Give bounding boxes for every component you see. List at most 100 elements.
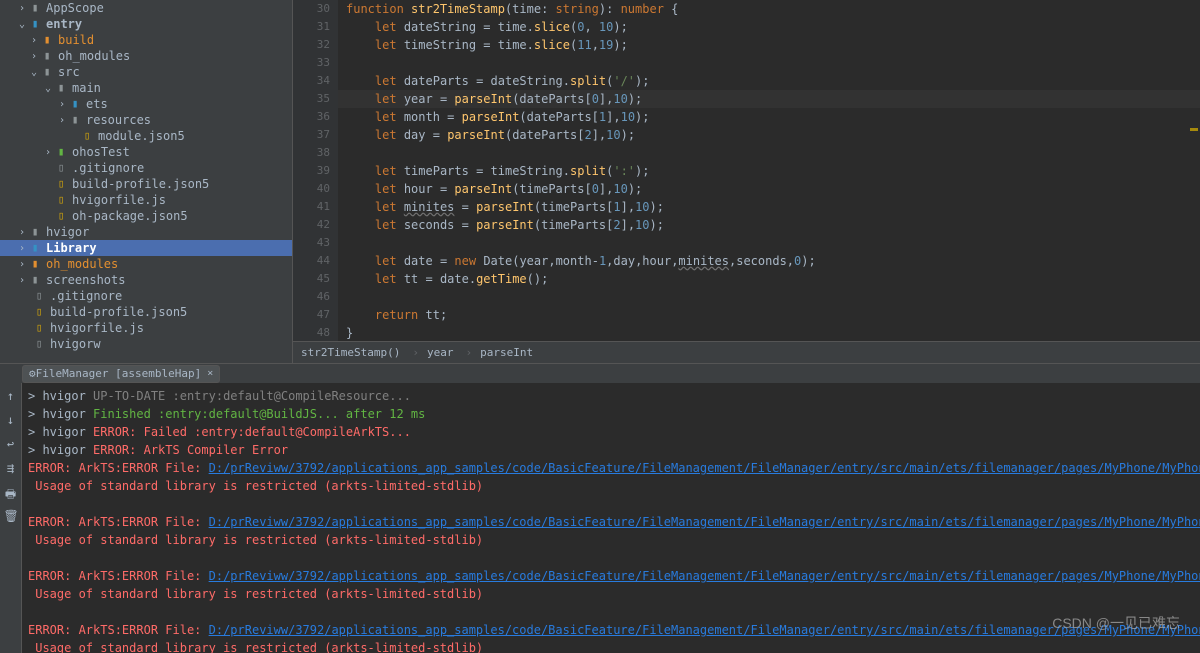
up-icon[interactable]: ↑: [4, 389, 18, 403]
tree-item-oh_modules[interactable]: ›▮oh_modules: [0, 48, 292, 64]
file-icon: ▯: [54, 161, 68, 175]
tree-item-entry[interactable]: ⌄▮entry: [0, 16, 292, 32]
console-line: [28, 549, 1194, 567]
tree-item-oh_modules[interactable]: ›▮oh_modules: [0, 256, 292, 272]
build-output[interactable]: > hvigor UP-TO-DATE :entry:default@Compi…: [22, 383, 1200, 653]
tree-label: hvigorfile.js: [50, 321, 144, 335]
tree-label: .gitignore: [72, 161, 144, 175]
down-icon[interactable]: ↓: [4, 413, 18, 427]
folder-icon: ▮: [40, 33, 54, 47]
line-number: 37: [293, 126, 330, 144]
console-line: Usage of standard library is restricted …: [28, 639, 1194, 653]
line-number: 31: [293, 18, 330, 36]
crumb-call[interactable]: parseInt: [480, 346, 533, 359]
code-line[interactable]: }: [346, 324, 1200, 341]
line-number: 43: [293, 234, 330, 252]
code-line[interactable]: function str2TimeStamp(time: string): nu…: [346, 0, 1200, 18]
tree-item-oh-package-json5[interactable]: ▯oh-package.json5: [0, 208, 292, 224]
project-tree[interactable]: ›▮AppScope⌄▮entry›▮build ›▮oh_modules ⌄▮sr…: [0, 0, 293, 363]
tree-item-ets[interactable]: ›▮ets: [0, 96, 292, 112]
code-line[interactable]: let timeString = time.slice(11,19);: [346, 36, 1200, 54]
crumb-var[interactable]: year: [427, 346, 454, 359]
code-editor[interactable]: 30313233343536373839404142434445464748 f…: [293, 0, 1200, 363]
tree-label: Library: [46, 241, 97, 255]
tree-item-main[interactable]: ⌄▮main: [0, 80, 292, 96]
code-line[interactable]: let dateParts = dateString.split('/');: [346, 72, 1200, 90]
tree-label: screenshots: [46, 273, 125, 287]
tree-item-src[interactable]: ⌄▮src: [0, 64, 292, 80]
error-file-link[interactable]: D:/prReviww/3792/applications_app_sample…: [209, 569, 1200, 583]
code-line[interactable]: let minites = parseInt(timeParts[1],10);: [346, 198, 1200, 216]
code-line[interactable]: let hour = parseInt(timeParts[0],10);: [346, 180, 1200, 198]
line-number: 46: [293, 288, 330, 306]
folder-icon: ▮: [54, 145, 68, 159]
tree-label: build-profile.json5: [50, 305, 187, 319]
console-toolbar: ↑ ↓ ↩ ⇶ 🖶 🗑: [0, 383, 22, 653]
line-number: 48: [293, 324, 330, 341]
tree-label: oh_modules: [58, 49, 130, 63]
error-file-link[interactable]: D:/prReviww/3792/applications_app_sample…: [209, 461, 1200, 475]
file-icon: ▯: [54, 177, 68, 191]
tree-item--gitignore[interactable]: ▯ .gitignore: [0, 160, 292, 176]
line-number: 41: [293, 198, 330, 216]
line-number: 39: [293, 162, 330, 180]
tree-item--gitignore[interactable]: ▯ .gitignore: [0, 288, 292, 304]
build-tab[interactable]: ⚙ FileManager [assembleHap] ×: [22, 365, 220, 383]
tree-label: main: [72, 81, 101, 95]
tree-item-module-json5[interactable]: ▯module.json5: [0, 128, 292, 144]
code-line[interactable]: [346, 288, 1200, 306]
code-line[interactable]: let seconds = parseInt(timeParts[2],10);: [346, 216, 1200, 234]
tree-label: .gitignore: [50, 289, 122, 303]
tree-label: oh-package.json5: [72, 209, 188, 223]
build-icon: ⚙: [29, 367, 36, 380]
breadcrumb[interactable]: str2TimeStamp()› year› parseInt: [293, 341, 1200, 363]
code-line[interactable]: let dateString = time.slice(0, 10);: [346, 18, 1200, 36]
tree-label: hvigorw: [50, 337, 101, 351]
code-line[interactable]: let day = parseInt(dateParts[2],10);: [346, 126, 1200, 144]
tree-item-hvigorfile-js[interactable]: ▯hvigorfile.js: [0, 192, 292, 208]
folder-icon: ▮: [40, 49, 54, 63]
trash-icon[interactable]: 🗑: [4, 509, 18, 523]
error-file-link[interactable]: D:/prReviww/3792/applications_app_sample…: [209, 515, 1200, 529]
code-line[interactable]: let tt = date.getTime();: [346, 270, 1200, 288]
folder-icon: ▮: [28, 241, 42, 255]
code-line[interactable]: [346, 234, 1200, 252]
console-line: > hvigor ERROR: Failed :entry:default@Co…: [28, 423, 1194, 441]
line-number: 32: [293, 36, 330, 54]
tree-item-ohostest[interactable]: ›▮ohosTest: [0, 144, 292, 160]
console-line: > hvigor UP-TO-DATE :entry:default@Compi…: [28, 387, 1194, 405]
tree-item-hvigorw[interactable]: ▯hvigorw: [0, 336, 292, 352]
line-number: 40: [293, 180, 330, 198]
line-number: 36: [293, 108, 330, 126]
code-line[interactable]: let timeParts = timeString.split(':');: [346, 162, 1200, 180]
code-line[interactable]: let date = new Date(year,month-1,day,hou…: [346, 252, 1200, 270]
console-line: > hvigor ERROR: ArkTS Compiler Error: [28, 441, 1194, 459]
file-icon: ▯: [32, 289, 46, 303]
folder-icon: ▮: [68, 113, 82, 127]
toolwindow-tabs[interactable]: ⚙ FileManager [assembleHap] ×: [0, 363, 1200, 383]
wrap-icon[interactable]: ↩: [4, 437, 18, 451]
console-line: ERROR: ArkTS:ERROR File: D:/prReviww/379…: [28, 621, 1194, 639]
code-line[interactable]: [346, 144, 1200, 162]
tree-item-build-profile-json5[interactable]: ▯build-profile.json5: [0, 176, 292, 192]
tree-item-hvigor[interactable]: ›▮hvigor: [0, 224, 292, 240]
tree-item-library[interactable]: ›▮Library: [0, 240, 292, 256]
line-number: 45: [293, 270, 330, 288]
filter-icon[interactable]: ⇶: [4, 461, 18, 475]
code-line[interactable]: return tt;: [346, 306, 1200, 324]
tree-item-build-profile-json5[interactable]: ▯build-profile.json5: [0, 304, 292, 320]
print-icon[interactable]: 🖶: [4, 485, 18, 499]
close-icon[interactable]: ×: [207, 368, 213, 379]
code-line[interactable]: let month = parseInt(dateParts[1],10);: [346, 108, 1200, 126]
crumb-function[interactable]: str2TimeStamp(): [301, 346, 400, 359]
line-number: 47: [293, 306, 330, 324]
folder-icon: ▮: [28, 257, 42, 271]
line-number: 35: [293, 90, 330, 108]
tree-item-build[interactable]: ›▮build: [0, 32, 292, 48]
tree-item-hvigorfile-js[interactable]: ▯hvigorfile.js: [0, 320, 292, 336]
tree-item-appscope[interactable]: ›▮AppScope: [0, 0, 292, 16]
code-line[interactable]: [346, 54, 1200, 72]
tree-label: resources: [86, 113, 151, 127]
tree-item-resources[interactable]: ›▮resources: [0, 112, 292, 128]
tree-item-screenshots[interactable]: ›▮screenshots: [0, 272, 292, 288]
